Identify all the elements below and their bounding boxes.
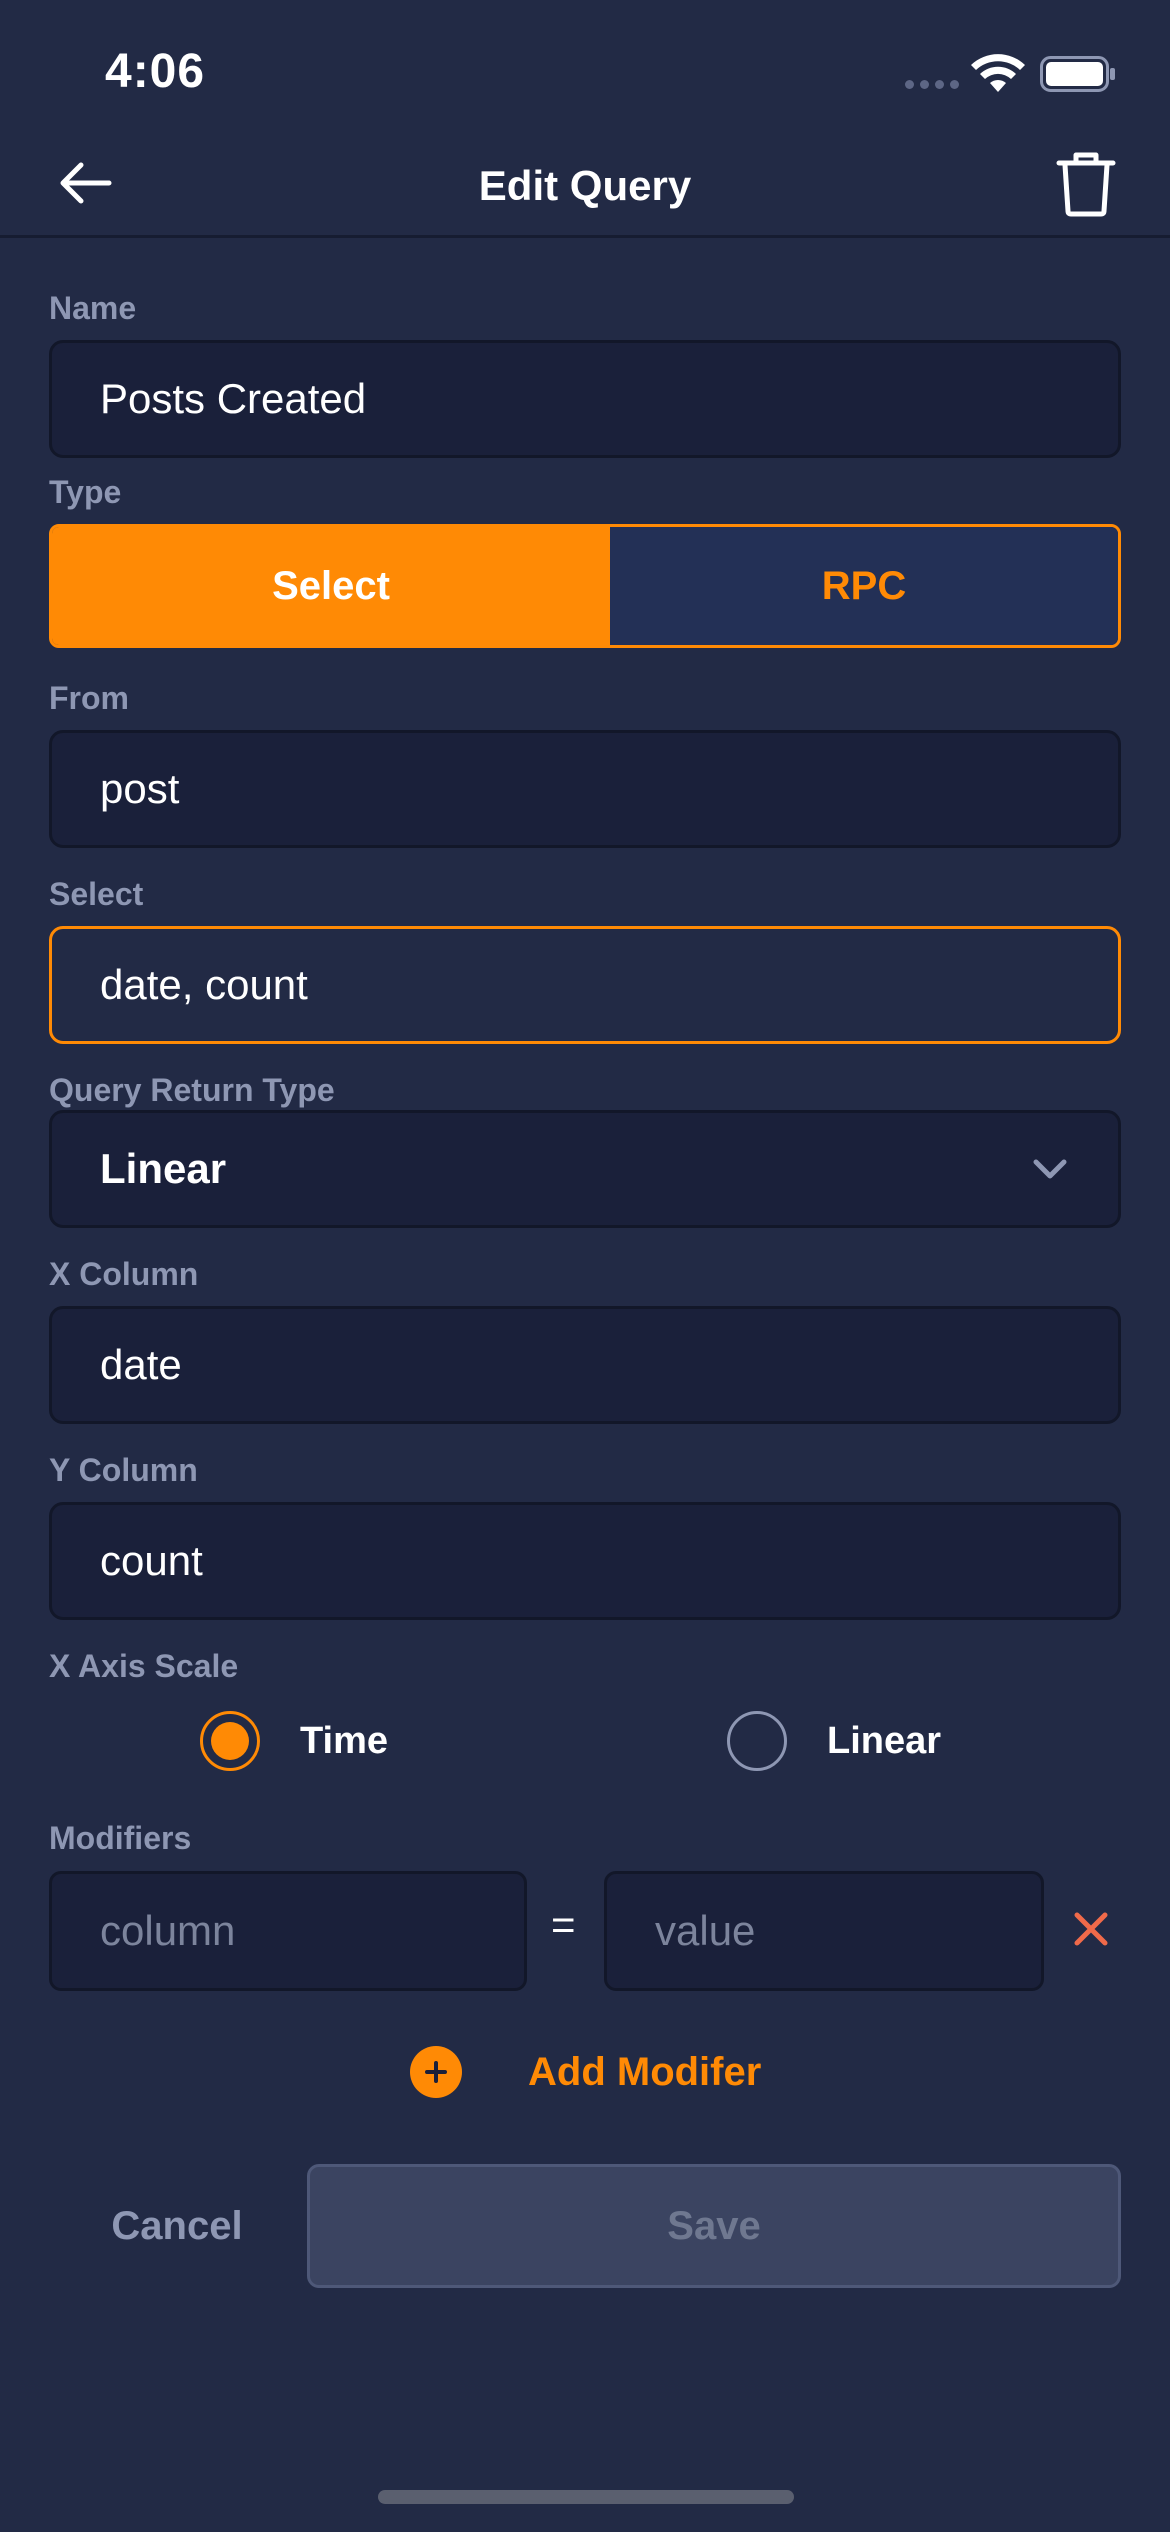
name-label: Name [49,290,137,326]
wifi-icon [971,54,1025,92]
type-segmented-control: Select RPC [49,524,1121,648]
remove-modifier-button[interactable] [1061,1899,1121,1959]
name-field[interactable] [49,340,1121,458]
y-column-input[interactable] [100,1537,1070,1585]
radio-time-dot [211,1722,249,1760]
plus-circle-icon [410,2046,462,2098]
battery-icon [1040,56,1115,92]
close-icon [1074,1912,1108,1946]
nav-bar: Edit Query [0,140,1170,238]
from-label: From [49,680,129,716]
chevron-down-icon [1033,1159,1067,1179]
modifier-column-field[interactable] [49,1871,527,1991]
x-column-label: X Column [49,1256,199,1292]
signal-dots-icon [905,80,961,90]
modifier-row: = [49,1871,1121,1991]
add-modifier-button[interactable]: Add Modifer [410,2040,761,2104]
delete-button[interactable] [1050,146,1122,222]
modifier-column-input[interactable] [100,1907,476,1955]
select-input[interactable] [100,961,1070,1009]
page-title: Edit Query [478,162,692,209]
x-axis-scale-radio-group: Time Linear [0,1708,1170,1774]
type-rpc-segment[interactable]: RPC [610,527,1118,645]
cancel-button[interactable]: Cancel [49,2164,305,2288]
x-column-field[interactable] [49,1306,1121,1424]
edit-query-screen: 4:06 Edit Query Name Posts Created Type … [0,0,1170,2532]
add-modifier-label: Add Modifer [528,2049,762,2094]
type-label: Type [49,474,122,510]
radio-linear-label: Linear [827,1719,942,1762]
save-button[interactable]: Save [307,2164,1121,2288]
trash-icon [1056,152,1116,217]
radio-time-circle[interactable] [200,1711,260,1771]
from-field[interactable] [49,730,1121,848]
x-column-input[interactable] [100,1341,1070,1389]
equals-sign: = [551,1901,576,1948]
modifier-value-field[interactable] [604,1871,1044,1991]
x-axis-scale-label: X Axis Scale [49,1648,239,1684]
name-input[interactable] [100,375,1070,423]
status-bar: 4:06 [0,0,1170,140]
return-type-value: Linear [100,1145,227,1192]
modifier-value-input[interactable] [655,1907,993,1955]
status-time: 4:06 [105,45,206,98]
radio-time-label: Time [300,1719,389,1762]
return-type-dropdown[interactable]: Linear [49,1110,1121,1228]
y-column-label: Y Column [49,1452,198,1488]
return-type-label: Query Return Type [49,1072,335,1108]
radio-linear[interactable]: Linear [727,1708,941,1774]
radio-time[interactable]: Time [200,1708,388,1774]
type-select-segment[interactable]: Select [52,527,610,645]
select-field[interactable] [49,926,1121,1044]
radio-linear-circle[interactable] [727,1711,787,1771]
select-label: Select [49,876,144,912]
modifiers-label: Modifiers [49,1820,192,1856]
y-column-field[interactable] [49,1502,1121,1620]
home-indicator[interactable] [378,2490,794,2504]
from-input[interactable] [100,765,1070,813]
